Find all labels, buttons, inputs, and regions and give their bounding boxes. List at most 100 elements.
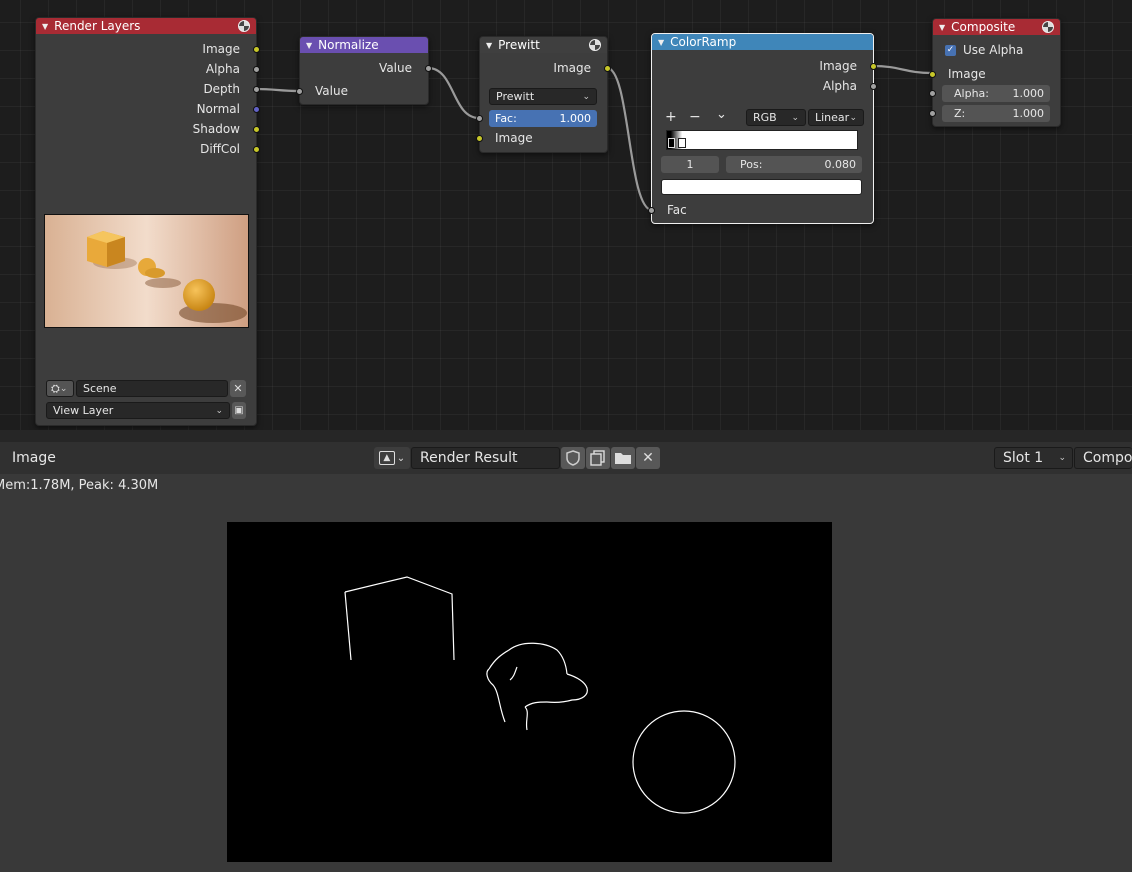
node-title: Normalize: [318, 38, 379, 52]
slot-dropdown[interactable]: Slot 1 ⌄: [994, 447, 1073, 469]
render-layers-node[interactable]: ▼ Render Layers Image Alpha Depth Normal…: [35, 17, 260, 426]
chevron-down-icon: ⌄: [59, 383, 68, 394]
output-diffcol-label: DiffCol: [200, 142, 240, 156]
output-depth-label: Depth: [203, 82, 240, 96]
duplicate-icon: [590, 450, 605, 466]
interpolation-dropdown[interactable]: Linear ⌄: [808, 109, 864, 126]
input-image-label: Image: [495, 131, 533, 145]
image-type-button[interactable]: ▲ ⌄: [374, 447, 410, 469]
link-colorramp-composite: [872, 64, 933, 75]
collapse-arrow-icon[interactable]: ▼: [42, 22, 48, 31]
chevron-down-icon: ⌄: [1058, 453, 1066, 463]
ramp-stop-white-handle[interactable]: [678, 138, 686, 148]
remove-stop-button[interactable]: −: [689, 109, 701, 125]
active-stop-index[interactable]: 1: [661, 156, 719, 173]
link-normalize-prewitt: [427, 66, 480, 120]
colorramp-header[interactable]: ▼ ColorRamp: [652, 34, 873, 50]
view-layer-render-button[interactable]: ▣: [232, 402, 246, 419]
output-image-label: Image: [202, 42, 240, 56]
link-depth-normalize: [255, 87, 300, 93]
render-preview-thumbnail: [44, 214, 249, 328]
collapse-arrow-icon[interactable]: ▼: [658, 38, 664, 47]
prewitt-header[interactable]: ▼ Prewitt: [480, 37, 607, 53]
view-layer-dropdown[interactable]: View Layer ⌄: [46, 402, 230, 419]
socket-alpha-in[interactable]: [929, 90, 936, 97]
socket-image-in[interactable]: [476, 135, 483, 142]
image-name-field[interactable]: Render Result: [411, 447, 560, 469]
view-layer-select[interactable]: Compos: [1074, 447, 1132, 469]
stop-color-swatch[interactable]: [661, 179, 862, 195]
preview-sphere-icon[interactable]: [1042, 21, 1054, 33]
unlink-image-button[interactable]: ✕: [636, 447, 660, 469]
scene-unlink-button[interactable]: ✕: [230, 380, 246, 397]
input-fac-label: Fac: [667, 203, 687, 217]
filter-type-dropdown[interactable]: Prewitt ⌄: [489, 88, 597, 105]
area-splitter[interactable]: [0, 430, 1132, 442]
new-image-button[interactable]: [586, 447, 610, 469]
output-image-label: Image: [553, 61, 591, 75]
output-alpha-label: Alpha: [205, 62, 240, 76]
input-image-label: Image: [948, 67, 986, 81]
preview-sphere-icon[interactable]: [589, 39, 601, 51]
z-input-field[interactable]: Z: 1.000: [942, 105, 1050, 122]
socket-image-out[interactable]: [253, 46, 260, 53]
use-alpha-checkbox[interactable]: ✓: [945, 45, 956, 56]
socket-image-out[interactable]: [870, 63, 877, 70]
chevron-down-icon: ⌄: [791, 112, 799, 123]
node-title: Render Layers: [54, 19, 141, 33]
socket-z-in[interactable]: [929, 110, 936, 117]
socket-normal-out[interactable]: [253, 106, 260, 113]
collapse-arrow-icon[interactable]: ▼: [486, 41, 492, 50]
stop-position-field[interactable]: Pos: 0.080: [726, 156, 862, 173]
output-alpha-label: Alpha: [822, 79, 857, 93]
shield-icon: [566, 450, 580, 466]
socket-image-in[interactable]: [929, 71, 936, 78]
color-mode-dropdown[interactable]: RGB ⌄: [746, 109, 806, 126]
ramp-stop-black-handle[interactable]: [668, 138, 675, 148]
input-value-label: Value: [315, 84, 348, 98]
socket-shadow-out[interactable]: [253, 126, 260, 133]
folder-icon: [615, 453, 631, 464]
scene-selector[interactable]: ⛭ ⌄: [46, 380, 74, 397]
fac-slider[interactable]: Fac: 1.000: [489, 110, 597, 127]
socket-image-out[interactable]: [604, 65, 611, 72]
colorramp-node[interactable]: ▼ ColorRamp Image Alpha + − ⌄ RGB ⌄ Line…: [648, 33, 877, 224]
color-ramp-gradient[interactable]: [666, 130, 858, 150]
chevron-down-icon: ⌄: [396, 452, 406, 464]
node-title: Prewitt: [498, 38, 540, 52]
add-stop-button[interactable]: +: [665, 109, 677, 125]
link-prewitt-colorramp: [606, 66, 653, 212]
ramp-menu-button[interactable]: ⌄: [716, 107, 727, 122]
collapse-arrow-icon[interactable]: ▼: [939, 23, 945, 32]
composite-node[interactable]: ▼ Composite ✓ Use Alpha Image Alpha: 1.0…: [929, 18, 1061, 127]
fake-user-button[interactable]: [561, 447, 585, 469]
image-editor-header: Image ▲ ⌄ Render Result ✕ Slot 1 ⌄ Compo…: [0, 442, 1132, 474]
output-value-label: Value: [379, 61, 412, 75]
composite-header[interactable]: ▼ Composite: [933, 19, 1060, 35]
socket-alpha-out[interactable]: [870, 83, 877, 90]
output-image-label: Image: [819, 59, 857, 73]
alpha-input-field[interactable]: Alpha: 1.000: [942, 85, 1050, 102]
socket-fac-in[interactable]: [476, 115, 483, 122]
socket-alpha-out[interactable]: [253, 66, 260, 73]
normalize-node[interactable]: ▼ Normalize Value Value: [296, 36, 432, 105]
node-title: Composite: [951, 20, 1016, 34]
socket-diffcol-out[interactable]: [253, 146, 260, 153]
normalize-header[interactable]: ▼ Normalize: [300, 37, 428, 53]
socket-value-out[interactable]: [425, 65, 432, 72]
prewitt-filter-node[interactable]: ▼ Prewitt Image Prewitt ⌄ Fac: 1.000 Ima…: [476, 36, 611, 153]
socket-depth-out[interactable]: [253, 86, 260, 93]
render-layers-header[interactable]: ▼ Render Layers: [36, 18, 256, 34]
socket-value-in[interactable]: [296, 88, 303, 95]
socket-fac-in[interactable]: [648, 207, 655, 214]
render-stats: Mem:1.78M, Peak: 4.30M: [0, 478, 159, 493]
scene-field[interactable]: Scene: [76, 380, 228, 397]
chevron-down-icon: ⌄: [215, 405, 223, 416]
close-icon: ✕: [642, 450, 654, 466]
chevron-down-icon: ⌄: [849, 112, 857, 123]
collapse-arrow-icon[interactable]: ▼: [306, 41, 312, 50]
preview-sphere-icon[interactable]: [238, 20, 250, 32]
open-image-button[interactable]: [611, 447, 635, 469]
node-editor[interactable]: ▼ Render Layers Image Alpha Depth Normal…: [0, 0, 1132, 430]
image-icon: ▲: [378, 451, 395, 465]
